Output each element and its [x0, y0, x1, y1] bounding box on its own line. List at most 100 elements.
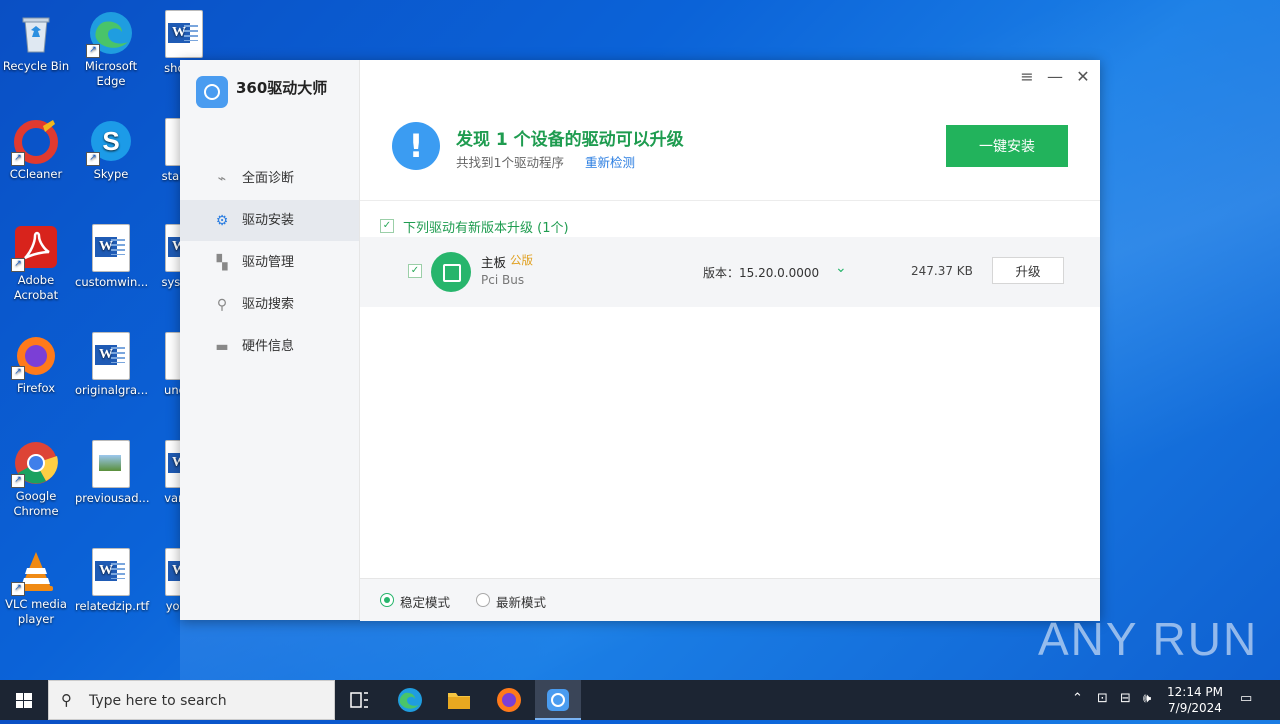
start-button[interactable]: [0, 680, 48, 720]
sidebar-item-search[interactable]: ⚲ 驱动搜索: [180, 284, 359, 325]
desktop-icon-chrome[interactable]: ↗ Google Chrome: [0, 434, 72, 519]
shortcut-arrow-icon: ↗: [11, 258, 25, 272]
windows-logo-icon: [16, 693, 32, 708]
svg-text:S: S: [102, 126, 119, 156]
latest-mode-radio[interactable]: [476, 593, 490, 607]
clock-time: 12:14 PM: [1167, 685, 1223, 699]
skype-icon: S ↗: [86, 118, 134, 166]
taskbar-driver-master[interactable]: [535, 680, 581, 720]
desktop-icon-vlc[interactable]: ↗ VLC media player: [0, 542, 72, 627]
device-icon[interactable]: ⊡: [1097, 691, 1108, 706]
volume-icon[interactable]: 🕪: [1143, 691, 1151, 706]
desktop-icon-label: Google Chrome: [13, 489, 59, 518]
sidebar: 360驱动大师 ⌁ 全面诊断 ⚙ 驱动安装 ▚ 驱动管理 ⚲ 驱动搜索 ▬ 硬件…: [180, 60, 360, 620]
desktop-icon-ccleaner[interactable]: ↗ CCleaner: [0, 112, 72, 182]
upgrade-button[interactable]: 升级: [992, 257, 1064, 284]
sidebar-item-diagnose[interactable]: ⌁ 全面诊断: [180, 158, 359, 199]
sidebar-item-label: 驱动安装: [242, 213, 295, 228]
word-document-icon: W: [92, 224, 130, 272]
sidebar-item-label: 全面诊断: [242, 171, 295, 186]
taskbar-file-explorer[interactable]: [436, 680, 482, 720]
word-document-icon: W: [92, 548, 130, 596]
desktop-icon-label: Skype: [93, 167, 129, 181]
footer-bar: 稳定模式 最新模式: [360, 578, 1100, 621]
edge-icon: ↗: [86, 10, 134, 58]
desktop-icon-acrobat[interactable]: ↗ Adobe Acrobat: [0, 218, 72, 303]
notification-icon[interactable]: ▭: [1240, 691, 1252, 706]
desktop-icon-label: CCleaner: [9, 167, 63, 181]
taskbar-edge[interactable]: [387, 680, 433, 720]
minimize-icon[interactable]: —: [1045, 67, 1065, 86]
search-placeholder: Type here to search: [89, 693, 227, 709]
desktop-icon-recycle-bin[interactable]: Recycle Bin: [0, 4, 72, 74]
taskbar-firefox[interactable]: [486, 680, 532, 720]
desktop-icon-skype[interactable]: S ↗ Skype: [75, 112, 147, 182]
driver-name: 主板: [481, 255, 507, 270]
recheck-link[interactable]: 重新检测: [585, 152, 635, 171]
chrome-icon: ↗: [11, 440, 59, 488]
hardware-icon: ▬: [215, 339, 229, 355]
desktop-icon-label: originalgra...: [75, 383, 149, 397]
search-icon: ⚲: [61, 691, 72, 709]
desktop-icon-label: Recycle Bin: [2, 59, 70, 73]
desktop-icon-edge[interactable]: ↗ Microsoft Edge: [75, 4, 147, 89]
task-view-button[interactable]: [336, 680, 382, 720]
firefox-icon: [497, 688, 521, 712]
taskbar: ⚲ Type here to search ⌃ ⊡ ⊟ 🕪 12:14 PM 7…: [0, 680, 1280, 720]
taskbar-search[interactable]: ⚲ Type here to search: [48, 680, 335, 720]
desktop-icon-image[interactable]: previousad...: [75, 434, 150, 506]
folder-icon: [448, 693, 470, 709]
network-icon[interactable]: ⊟: [1120, 691, 1131, 706]
desktop-icon-label: Microsoft Edge: [84, 59, 138, 88]
sidebar-item-install[interactable]: ⚙ 驱动安装: [180, 200, 359, 241]
driver-version: 版本：15.20.0.0000: [703, 266, 820, 280]
shortcut-arrow-icon: ↗: [11, 474, 25, 488]
sidebar-item-hardware[interactable]: ▬ 硬件信息: [180, 326, 359, 367]
app-logo-icon: [196, 76, 228, 108]
chart-icon: ⌁: [217, 171, 227, 187]
alert-icon: !: [392, 122, 440, 170]
stable-mode-label[interactable]: 稳定模式: [400, 592, 450, 611]
divider: [360, 200, 1100, 201]
desktop-icon-label: relatedzip.rtf: [75, 599, 150, 613]
shortcut-arrow-icon: ↗: [11, 366, 25, 380]
driver-bus: Pci Bus: [481, 273, 525, 287]
edge-icon: [398, 688, 422, 712]
sidebar-item-label: 硬件信息: [242, 339, 295, 354]
firefox-icon: ↗: [11, 332, 59, 380]
latest-mode-label[interactable]: 最新模式: [496, 592, 546, 611]
scan-result-title: 发现 1 个设备的驱动可以升级: [456, 130, 684, 150]
desktop-icon-label: previousad...: [75, 491, 150, 505]
chevron-up-icon[interactable]: ⌃: [1072, 691, 1083, 706]
driver-checkbox[interactable]: ✓: [408, 264, 422, 278]
sidebar-item-manage[interactable]: ▚ 驱动管理: [180, 242, 359, 283]
app-name: 360驱动大师: [236, 79, 328, 97]
desktop-icon-doc[interactable]: W relatedzip.rtf: [75, 542, 150, 614]
motherboard-icon: [431, 252, 471, 292]
driver-size: 247.37 KB: [911, 264, 973, 278]
shortcut-arrow-icon: ↗: [11, 152, 25, 166]
scan-result-subtitle: 共找到1个驱动程序: [456, 155, 564, 170]
search-icon: ⚲: [216, 297, 228, 313]
desktop-icon-doc[interactable]: W originalgra...: [75, 326, 149, 398]
recycle-bin-icon: [13, 10, 59, 56]
desktop-icon-label: VLC media player: [5, 597, 67, 626]
driver-master-window: 360驱动大师 ⌁ 全面诊断 ⚙ 驱动安装 ▚ 驱动管理 ⚲ 驱动搜索 ▬ 硬件…: [180, 60, 1100, 621]
task-view-icon: [350, 692, 368, 708]
desktop-icon-doc[interactable]: W customwin...: [75, 218, 149, 290]
driver-badge: 公版: [510, 253, 533, 267]
ccleaner-icon: ↗: [11, 118, 59, 166]
install-all-button[interactable]: 一键安装: [946, 125, 1068, 167]
image-file-icon: [92, 440, 130, 488]
menu-icon[interactable]: ≡: [1017, 67, 1037, 86]
stable-mode-radio[interactable]: [380, 593, 394, 607]
select-all-checkbox[interactable]: ✓: [380, 219, 394, 233]
acrobat-icon: ↗: [11, 224, 59, 272]
shortcut-arrow-icon: ↗: [11, 582, 25, 596]
close-icon[interactable]: ✕: [1073, 67, 1093, 86]
chevron-down-icon[interactable]: ⌄: [835, 260, 847, 276]
desktop-icon-label: customwin...: [75, 275, 149, 289]
clock[interactable]: 12:14 PM 7/9/2024: [1160, 684, 1230, 716]
desktop-icon-firefox[interactable]: ↗ Firefox: [0, 326, 72, 396]
sidebar-item-label: 驱动搜索: [242, 297, 295, 312]
